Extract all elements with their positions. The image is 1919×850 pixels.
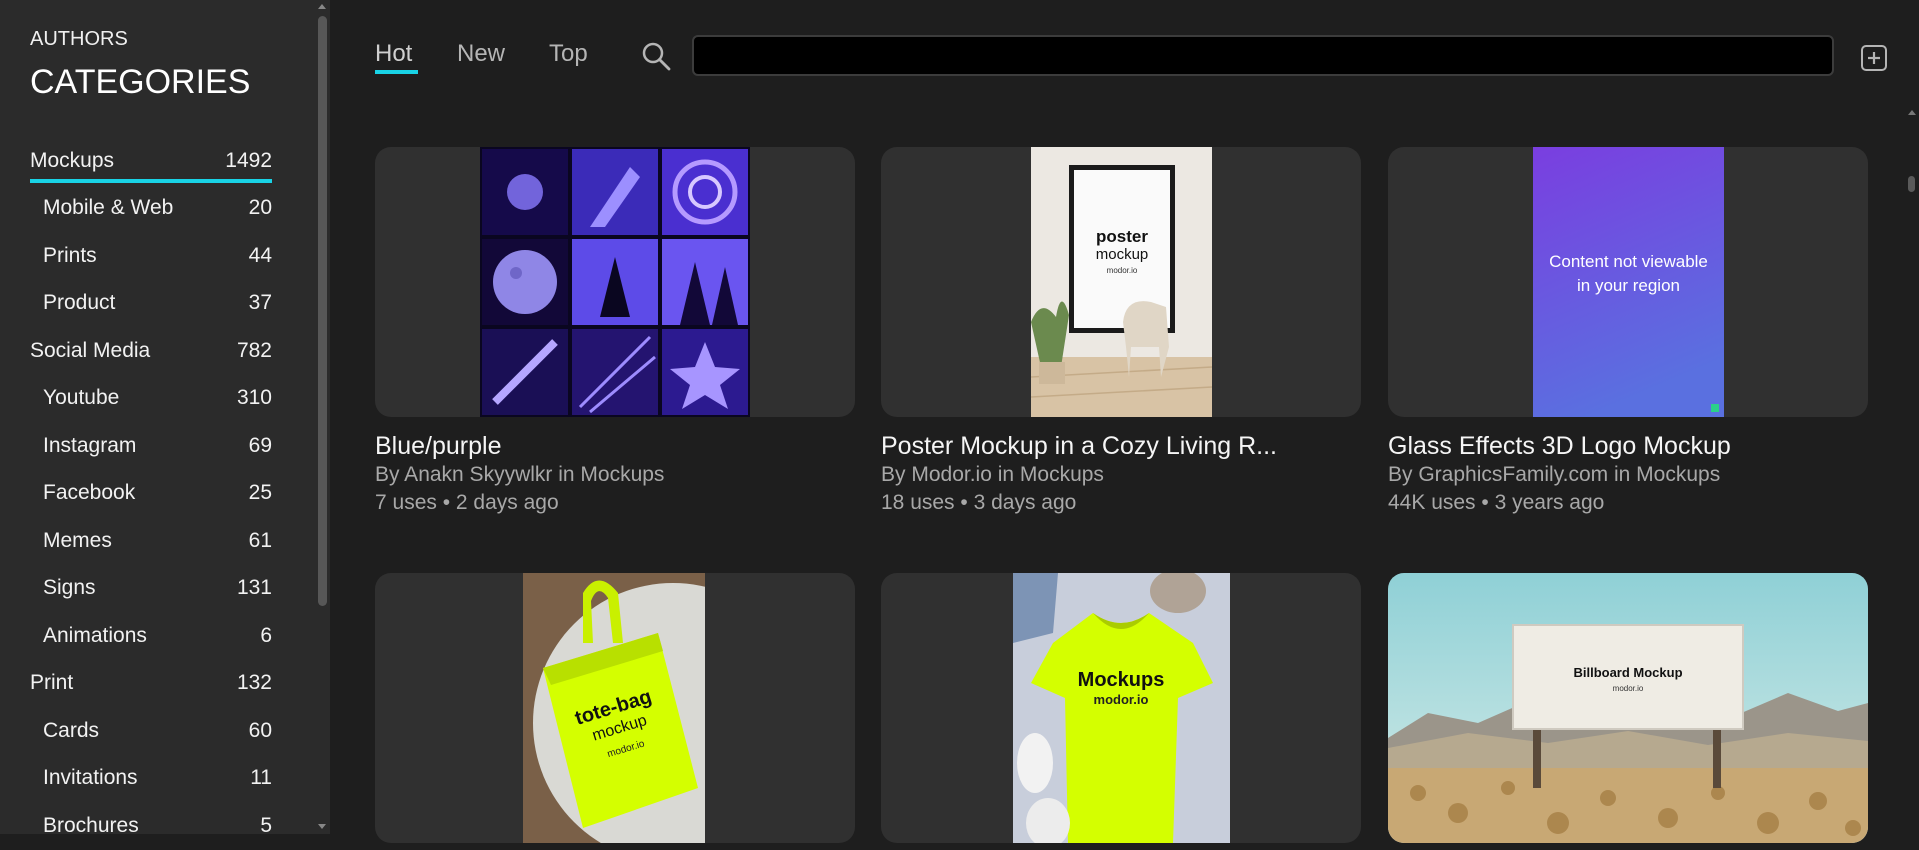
category-count: 6	[260, 623, 272, 647]
category-item[interactable]: Facebook 25	[30, 470, 272, 518]
scroll-up-arrow-icon[interactable]	[1908, 110, 1916, 115]
template-thumbnail[interactable]: Content not viewable in your region	[1388, 147, 1868, 417]
category-item[interactable]: Social Media 782	[30, 327, 272, 375]
template-thumbnail[interactable]: poster mockup modor.io	[881, 147, 1361, 417]
tab-top[interactable]: Top	[549, 40, 588, 68]
category-count: 69	[248, 433, 272, 457]
template-author[interactable]: By Modor.io in Mockups	[881, 463, 1104, 487]
category-item[interactable]: Memes 61	[30, 517, 272, 565]
category-item[interactable]: Cards 60	[30, 707, 272, 755]
region-blocked-image: Content not viewable in your region	[1533, 147, 1724, 417]
category-label: Prints	[43, 243, 97, 267]
category-label: Signs	[43, 576, 96, 600]
poster-brand: modor.io	[1107, 266, 1138, 275]
template-card[interactable]: Billboard Mockup modor.io	[1388, 573, 1868, 843]
main-scrollbar[interactable]	[1905, 100, 1919, 834]
category-label: Invitations	[43, 766, 138, 790]
category-item[interactable]: Signs 131	[30, 565, 272, 613]
category-label: Instagram	[43, 433, 137, 457]
purple-collage-image	[480, 147, 750, 417]
category-count: 61	[248, 528, 272, 552]
poster-word1: poster	[1096, 227, 1148, 246]
template-thumbnail[interactable]	[375, 147, 855, 417]
category-item[interactable]: Brochures 5	[30, 802, 272, 850]
tote-bag-image: tote-bag mockup modor.io	[523, 573, 705, 843]
tshirt-image: Mockups modor.io	[1013, 573, 1230, 843]
template-author[interactable]: By GraphicsFamily.com in Mockups	[1388, 463, 1720, 487]
category-list: Mockups 1492 Mobile & Web 20 Prints 44 Product…	[30, 137, 272, 850]
template-card[interactable]: Content not viewable in your region Glas…	[1388, 147, 1868, 514]
billboard-image: Billboard Mockup modor.io	[1388, 573, 1868, 843]
category-count: 131	[236, 576, 272, 600]
template-card[interactable]: poster mockup modor.io Poster Mockup in …	[881, 147, 1361, 514]
template-title[interactable]: Blue/purple	[375, 432, 501, 461]
category-label: Product	[43, 291, 116, 315]
category-count: 44	[248, 243, 272, 267]
blocked-line1: Content not viewable	[1549, 252, 1708, 271]
category-item[interactable]: Invitations 11	[30, 755, 272, 803]
category-item[interactable]: Youtube 310	[30, 375, 272, 423]
category-label: Youtube	[43, 386, 120, 410]
category-item[interactable]: Instagram 69	[30, 422, 272, 470]
plus-square-icon[interactable]	[1860, 44, 1888, 72]
category-label: Cards	[43, 718, 100, 742]
category-count: 20	[248, 196, 272, 220]
category-count: 132	[236, 671, 272, 695]
template-stats: 18 uses • 3 days ago	[881, 491, 1077, 514]
template-author[interactable]: By Anakn Skyywlkr in Mockups	[375, 463, 664, 487]
poster-word2: mockup	[1096, 246, 1149, 263]
template-card[interactable]: Blue/purple By Anakn Skyywlkr in Mockups…	[375, 147, 855, 514]
sidebar: AUTHORS CATEGORIES Mockups 1492 Mobile & W…	[0, 0, 330, 837]
template-title[interactable]: Poster Mockup in a Cozy Living R...	[881, 432, 1277, 461]
category-count: 782	[236, 338, 272, 362]
billboard-brand: modor.io	[1613, 684, 1644, 693]
category-item[interactable]: Mobile & Web 20	[30, 185, 272, 233]
sidebar-scrollbar[interactable]	[316, 0, 330, 834]
template-card[interactable]: Mockups modor.io	[881, 573, 1361, 843]
category-item[interactable]: Prints 44	[30, 232, 272, 280]
template-title[interactable]: Glass Effects 3D Logo Mockup	[1388, 432, 1731, 461]
tab-hot[interactable]: Hot	[375, 40, 412, 68]
template-thumbnail[interactable]: tote-bag mockup modor.io	[375, 573, 855, 843]
poster-room-image: poster mockup modor.io	[1031, 147, 1212, 417]
sidebar-scroll-thumb[interactable]	[318, 16, 327, 606]
category-label: Print	[30, 671, 74, 695]
category-label: Memes	[43, 528, 112, 552]
search-icon[interactable]	[641, 41, 671, 71]
category-item[interactable]: Print 132	[30, 660, 272, 708]
category-count: 60	[248, 718, 272, 742]
billboard-title: Billboard Mockup	[1573, 665, 1682, 680]
category-count: 5	[260, 813, 272, 837]
category-item[interactable]: Animations 6	[30, 612, 272, 660]
shirt-brand: modor.io	[1094, 692, 1149, 707]
template-stats: 7 uses • 2 days ago	[375, 491, 559, 514]
category-label: Brochures	[43, 813, 139, 837]
main-scroll-thumb[interactable]	[1908, 176, 1915, 192]
category-count: 11	[250, 766, 272, 790]
category-label: Animations	[43, 623, 147, 647]
category-item[interactable]: Product 37	[30, 280, 272, 328]
category-count: 1492	[225, 148, 272, 172]
category-count: 37	[248, 291, 272, 315]
blocked-line2: in your region	[1577, 276, 1680, 295]
category-count: 310	[236, 386, 272, 410]
category-label: Facebook	[43, 481, 136, 505]
template-stats: 44K uses • 3 years ago	[1388, 491, 1605, 514]
scroll-down-arrow-icon[interactable]	[318, 824, 326, 829]
shirt-line1: Mockups	[1078, 669, 1165, 691]
active-tab-indicator	[375, 70, 418, 74]
template-card[interactable]: tote-bag mockup modor.io	[375, 573, 855, 843]
authors-link[interactable]: AUTHORS	[30, 28, 128, 51]
category-label: Mockups	[30, 148, 115, 172]
category-count: 25	[248, 481, 272, 505]
template-thumbnail[interactable]: Billboard Mockup modor.io	[1388, 573, 1868, 843]
tab-new[interactable]: New	[457, 40, 505, 68]
category-item[interactable]: Mockups 1492	[30, 137, 272, 185]
template-thumbnail[interactable]: Mockups modor.io	[881, 573, 1361, 843]
categories-heading: CATEGORIES	[30, 63, 251, 101]
search-input[interactable]	[692, 35, 1834, 76]
category-label: Social Media	[30, 338, 151, 362]
scroll-up-arrow-icon[interactable]	[318, 4, 326, 9]
category-label: Mobile & Web	[43, 196, 174, 220]
